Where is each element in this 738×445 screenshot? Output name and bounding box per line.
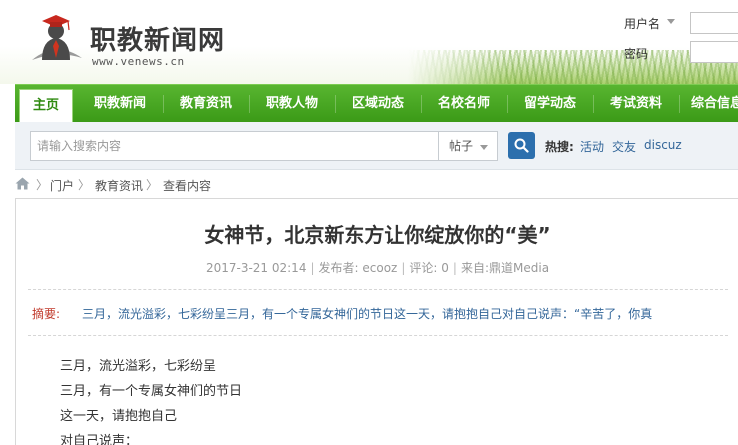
article-meta: 2017-3-21 02:14 | 发布者: ecooz | 评论: 0 | 来自:鼎道Me…: [205, 261, 550, 275]
password-input[interactable]: [690, 41, 738, 63]
summary-label: 摘要:: [32, 307, 61, 321]
site-title: 职教新闻网: [90, 26, 226, 56]
search-scope-value: 帖子: [449, 139, 474, 153]
username-label: 用户名: [624, 17, 661, 31]
nav-divider: [249, 95, 250, 113]
article-paragraph: 这一天，请抱抱自己: [60, 409, 178, 424]
divider: [28, 289, 728, 290]
nav-item-education-info[interactable]: 教育资讯: [167, 85, 245, 123]
hot-search-link[interactable]: 活动: [580, 138, 604, 155]
nav-item-general-info[interactable]: 综合信息: [683, 85, 738, 123]
home-icon[interactable]: [15, 177, 30, 190]
nav-divider: [679, 95, 680, 113]
nav-divider: [335, 95, 336, 113]
search-icon: [514, 138, 529, 153]
nav-divider: [421, 95, 422, 113]
article-paragraph: 三月，有一个专属女神们的节日: [60, 384, 243, 399]
source-label: 来自:: [460, 261, 489, 275]
search-button[interactable]: [508, 132, 535, 159]
password-label: 密码: [624, 47, 649, 61]
article-summary: 摘要: 三月，流光溢彩，七彩纷呈三月，有一个专属女神们的节日这一天，请抱抱自己对自…: [32, 305, 732, 322]
comments-count[interactable]: 0: [441, 261, 449, 275]
search-bar: 帖子 热搜: 活动 交友 discuz: [15, 122, 738, 170]
nav-item-study-abroad[interactable]: 留学动态: [511, 85, 589, 123]
site-logo[interactable]: 职教新闻网 www.venews.cn: [28, 10, 228, 70]
graduate-logo-icon: [32, 15, 82, 60]
main-nav: 主页 职教新闻 教育资讯 职教人物 区域动态 名校名师 留学动态 考试资料 综合…: [15, 84, 738, 123]
hot-search-link[interactable]: discuz: [644, 138, 682, 152]
article-paragraph: 对自己说声：: [60, 434, 139, 445]
username-dropdown-icon[interactable]: [667, 19, 675, 24]
nav-divider: [507, 95, 508, 113]
nav-item-exam-materials[interactable]: 考试资料: [597, 85, 675, 123]
comments-label: 评论:: [409, 261, 438, 275]
nav-item-people[interactable]: 职教人物: [253, 85, 331, 123]
article-date: 2017-3-21 02:14: [205, 261, 307, 275]
article-card: 女神节，北京新东方让你绽放你的“美” 2017-3-21 02:14 | 发布者: …: [15, 198, 738, 445]
grass-decoration: [408, 50, 738, 84]
site-header: 职教新闻网 www.venews.cn 用户名 密码: [0, 0, 738, 84]
divider: [28, 335, 728, 336]
hot-search-label: 热搜:: [545, 140, 574, 154]
nav-item-schools[interactable]: 名校名师: [425, 85, 503, 123]
article-title: 女神节，北京新东方让你绽放你的“美”: [204, 223, 551, 247]
nav-divider: [593, 95, 594, 113]
nav-item-vocational-news[interactable]: 职教新闻: [81, 85, 159, 123]
chevron-down-icon: [480, 145, 488, 150]
breadcrumb-portal[interactable]: 门户: [50, 177, 74, 194]
nav-item-regional[interactable]: 区域动态: [339, 85, 417, 123]
nav-divider: [163, 95, 164, 113]
site-url: www.venews.cn: [92, 55, 185, 68]
summary-text: 三月，流光溢彩，七彩纷呈三月，有一个专属女神们的节日这一天，请抱抱自己对自己说声…: [82, 307, 653, 321]
breadcrumb-separator: 〉: [36, 178, 49, 192]
article-paragraph: 三月，流光溢彩，七彩纷呈: [60, 359, 217, 374]
author-link[interactable]: ecooz: [362, 261, 397, 275]
nav-item-home[interactable]: 主页: [19, 89, 73, 123]
author-label: 发布者:: [318, 261, 359, 275]
breadcrumb-education-info[interactable]: 教育资讯: [95, 177, 143, 194]
article-source: 鼎道Media: [489, 261, 550, 275]
search-input[interactable]: [30, 131, 439, 161]
hot-search-link[interactable]: 交友: [612, 138, 636, 155]
username-input[interactable]: [690, 12, 738, 34]
breadcrumb-separator: 〉: [146, 178, 159, 192]
breadcrumb-separator: 〉: [78, 178, 91, 192]
search-scope-select[interactable]: 帖子: [438, 131, 498, 161]
breadcrumb: 〉 门户 〉 教育资讯 〉 查看内容: [15, 172, 738, 196]
breadcrumb-current: 查看内容: [163, 179, 212, 193]
